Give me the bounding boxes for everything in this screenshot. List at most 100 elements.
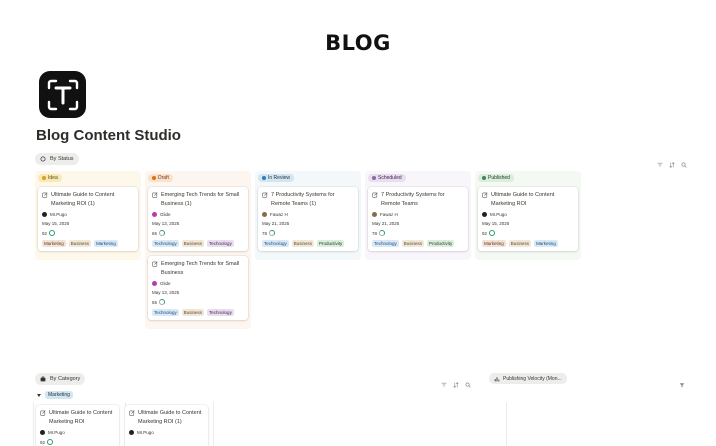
content-card[interactable]: Emerging Tech Trends for Small Business … [148, 187, 248, 251]
tag: Productivity [427, 240, 455, 247]
briefcase-icon [40, 376, 46, 382]
score-value: 65 [152, 230, 158, 236]
column-divider [33, 402, 34, 446]
content-card[interactable]: 7 Productivity Systems for Remote Teams … [258, 187, 358, 251]
column-header: Draft [148, 173, 248, 183]
column-header: Scheduled [368, 173, 468, 183]
card-author: Glide [152, 281, 244, 286]
author-name: Mr.Pugo [137, 430, 154, 435]
group-label: Marketing [45, 391, 73, 399]
board-column: Idea Ultimate Guide to Content Marketing … [35, 171, 141, 260]
status-dot-icon [372, 176, 376, 180]
progress-ring-icon [379, 230, 386, 236]
author-name: Fawaz H [270, 212, 288, 217]
avatar [40, 430, 45, 435]
column-header: Published [478, 173, 578, 183]
card-title-row: Emerging Tech Trends for Small Business [152, 260, 244, 277]
card-author: Fawaz H [262, 212, 354, 217]
card-title: Emerging Tech Trends for Small Business … [161, 192, 240, 207]
tag: Business [291, 240, 315, 247]
sort-icon[interactable] [453, 375, 459, 388]
avatar [152, 212, 157, 217]
view-tab-by-status[interactable]: By Status [35, 153, 79, 165]
tag-list: Marketing Business Marketing [482, 240, 574, 247]
card-score: 65 [152, 230, 244, 236]
score-value: 78 [372, 230, 378, 236]
card-score: 92 [40, 439, 115, 445]
card-title-row: Ultimate Guide to Content Marketing ROI … [42, 191, 134, 208]
card-title-row: 7 Productivity Systems for Remote Teams … [262, 191, 354, 208]
status-label: Published [488, 175, 510, 181]
status-badge[interactable]: Idea [38, 174, 62, 182]
status-badge[interactable]: Scheduled [368, 174, 406, 182]
card-title-row: Ultimate Guide to Content Marketing ROI [482, 191, 574, 208]
filter-icon[interactable] [441, 375, 447, 388]
category-card[interactable]: Ultimate Guide to Content Marketing ROI … [36, 405, 119, 446]
content-card[interactable]: Emerging Tech Trends for Small Business G… [148, 256, 248, 320]
card-title-row: Emerging Tech Trends for Small Business … [152, 191, 244, 208]
progress-ring-icon [47, 439, 54, 445]
column-divider [213, 402, 214, 446]
tag: Technology [152, 240, 179, 247]
board-column: Published Ultimate Guide to Content Marke… [475, 171, 581, 260]
tag: Business [401, 240, 425, 247]
blog-logo-icon [39, 71, 86, 118]
status-icon [40, 156, 46, 162]
card-date: May 21, 2025 [262, 221, 290, 226]
tag: Marketing [94, 240, 118, 247]
filter-icon[interactable] [657, 155, 663, 168]
board-column: Draft Emerging Tech Trends for Small Busi… [145, 171, 251, 329]
avatar [482, 212, 487, 217]
tag: Technology [152, 309, 179, 316]
author-name: Glide [160, 212, 171, 217]
search-icon[interactable] [465, 375, 471, 388]
page-title: Blog Content Studio [36, 127, 181, 144]
card-title-row: Ultimate Guide to Content Marketing ROI [40, 409, 115, 426]
progress-ring-icon [49, 230, 56, 236]
tag: Marketing [42, 240, 66, 247]
score-value: 78 [262, 230, 268, 236]
card-score: 92 [482, 230, 574, 236]
status-badge[interactable]: In Review [258, 174, 294, 182]
document-edit-icon [372, 192, 378, 198]
view-tab-by-category[interactable]: By Category [35, 373, 86, 385]
card-date: May 13, 2025 [152, 290, 180, 295]
tag-list: Technology Business Technology [152, 240, 244, 247]
chevron-down-icon[interactable] [37, 393, 41, 397]
card-author: Mr.Pugo [129, 430, 204, 435]
category-view-toolbar [441, 375, 471, 388]
tag: Business [68, 240, 92, 247]
avatar [42, 212, 47, 217]
status-dot-icon [42, 176, 46, 180]
view-tab-label: Publishing Velocity (Mon... [503, 375, 562, 382]
sort-icon[interactable] [669, 155, 675, 168]
card-date: May 13, 2025 [152, 221, 180, 226]
group-header-marketing[interactable]: Marketing [37, 391, 73, 399]
card-title: Ultimate Guide to Content Marketing ROI … [138, 410, 202, 425]
status-dot-icon [262, 176, 266, 180]
content-card[interactable]: 7 Productivity Systems for Remote Teams F… [368, 187, 468, 251]
status-dot-icon [152, 176, 156, 180]
score-value: 65 [152, 299, 158, 305]
document-edit-icon [152, 261, 158, 267]
tag-list: Technology Business Technology [152, 309, 244, 316]
search-icon[interactable] [681, 155, 687, 168]
card-date: May 15, 2025 [482, 221, 510, 226]
category-card[interactable]: Ultimate Guide to Content Marketing ROI … [125, 405, 208, 446]
avatar [262, 212, 267, 217]
view-tab-publishing-velocity[interactable]: Publishing Velocity (Mon... [489, 373, 567, 384]
card-score: 78 [262, 230, 354, 236]
avatar [152, 281, 157, 286]
tag: Business [181, 240, 205, 247]
view-tab-label: By Status [50, 156, 74, 162]
tag: Business [181, 309, 205, 316]
content-card[interactable]: Ultimate Guide to Content Marketing ROI M… [478, 187, 578, 251]
card-score: 78 [372, 230, 464, 236]
status-badge[interactable]: Draft [148, 174, 173, 182]
status-badge[interactable]: Published [478, 174, 514, 182]
card-author: Mr.Pugo [42, 212, 134, 217]
content-card[interactable]: Ultimate Guide to Content Marketing ROI … [38, 187, 138, 251]
status-label: Idea [48, 175, 58, 181]
chart-filter-icon[interactable] [679, 375, 685, 388]
status-dot-icon [482, 176, 486, 180]
